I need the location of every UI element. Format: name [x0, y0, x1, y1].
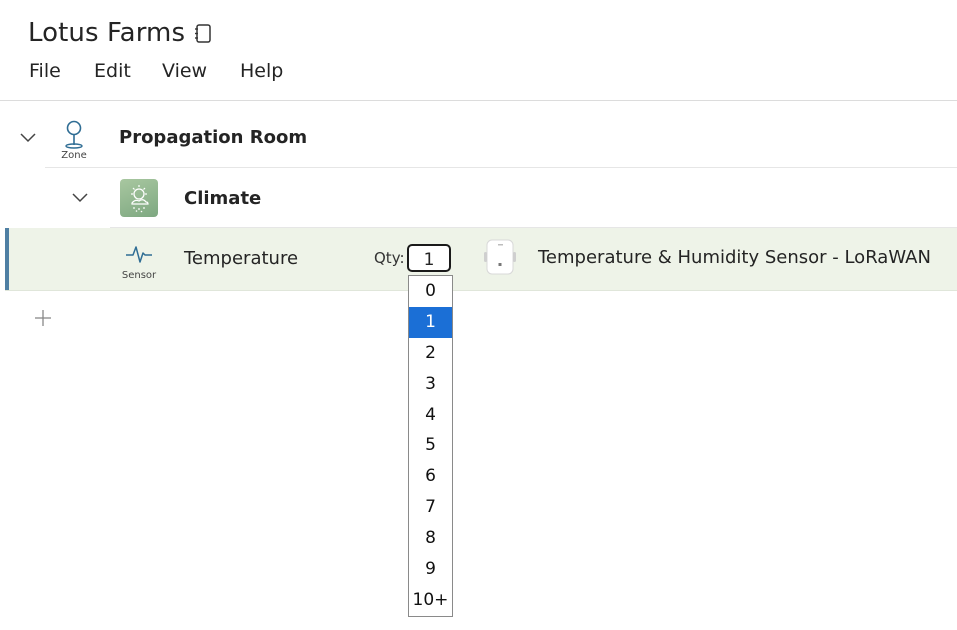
menu-view[interactable]: View [162, 60, 207, 82]
pulse-icon [126, 246, 152, 263]
quantity-option-0[interactable]: 0 [409, 276, 452, 307]
quantity-option-2[interactable]: 2 [409, 338, 452, 369]
quantity-option-4[interactable]: 4 [409, 400, 452, 431]
menu-file[interactable]: File [29, 60, 61, 82]
zone-type: Zone [58, 120, 90, 166]
quantity-option-3[interactable]: 3 [409, 369, 452, 400]
sensor-name: Temperature [184, 248, 299, 269]
chevron-down-icon[interactable] [72, 193, 88, 203]
quantity-dropdown-list: 0 1 2 3 4 5 6 7 8 9 10+ [408, 275, 453, 617]
quantity-option-9[interactable]: 9 [409, 554, 452, 585]
sensor-type-label: Sensor [121, 270, 157, 281]
quantity-option-8[interactable]: 8 [409, 523, 452, 554]
menu-edit[interactable]: Edit [94, 60, 131, 82]
quantity-select[interactable]: 1 [407, 244, 451, 272]
quantity-option-5[interactable]: 5 [409, 430, 452, 461]
group-name: Climate [184, 188, 262, 209]
quantity-option-7[interactable]: 7 [409, 492, 452, 523]
zone-type-label: Zone [61, 150, 87, 161]
quantity-option-6[interactable]: 6 [409, 461, 452, 492]
selection-accent-bar [5, 228, 9, 290]
climate-weather-icon [120, 179, 158, 217]
quantity-option-1[interactable]: 1 [409, 306, 452, 338]
add-icon[interactable] [34, 309, 52, 327]
location-pin-icon [65, 120, 83, 149]
menu-help[interactable]: Help [240, 60, 283, 82]
zone-name: Propagation Room [119, 127, 308, 148]
device-name: Temperature & Humidity Sensor - LoRaWAN [538, 247, 931, 268]
sensor-device-icon [484, 239, 516, 275]
chevron-down-icon[interactable] [20, 133, 36, 143]
tree-row-sensor[interactable]: Sensor Temperature Qty: 1 Temperature & … [5, 228, 957, 291]
tree-row-zone[interactable]: Zone Propagation Room [0, 108, 957, 168]
qty-label: Qty: [374, 249, 405, 267]
notebook-icon[interactable] [194, 24, 212, 44]
quantity-option-10-plus[interactable]: 10+ [409, 585, 452, 616]
app-title: Lotus Farms [28, 18, 186, 48]
app-header: Lotus Farms File Edit View Help [0, 0, 957, 101]
tree-row-group[interactable]: Climate [0, 168, 957, 228]
